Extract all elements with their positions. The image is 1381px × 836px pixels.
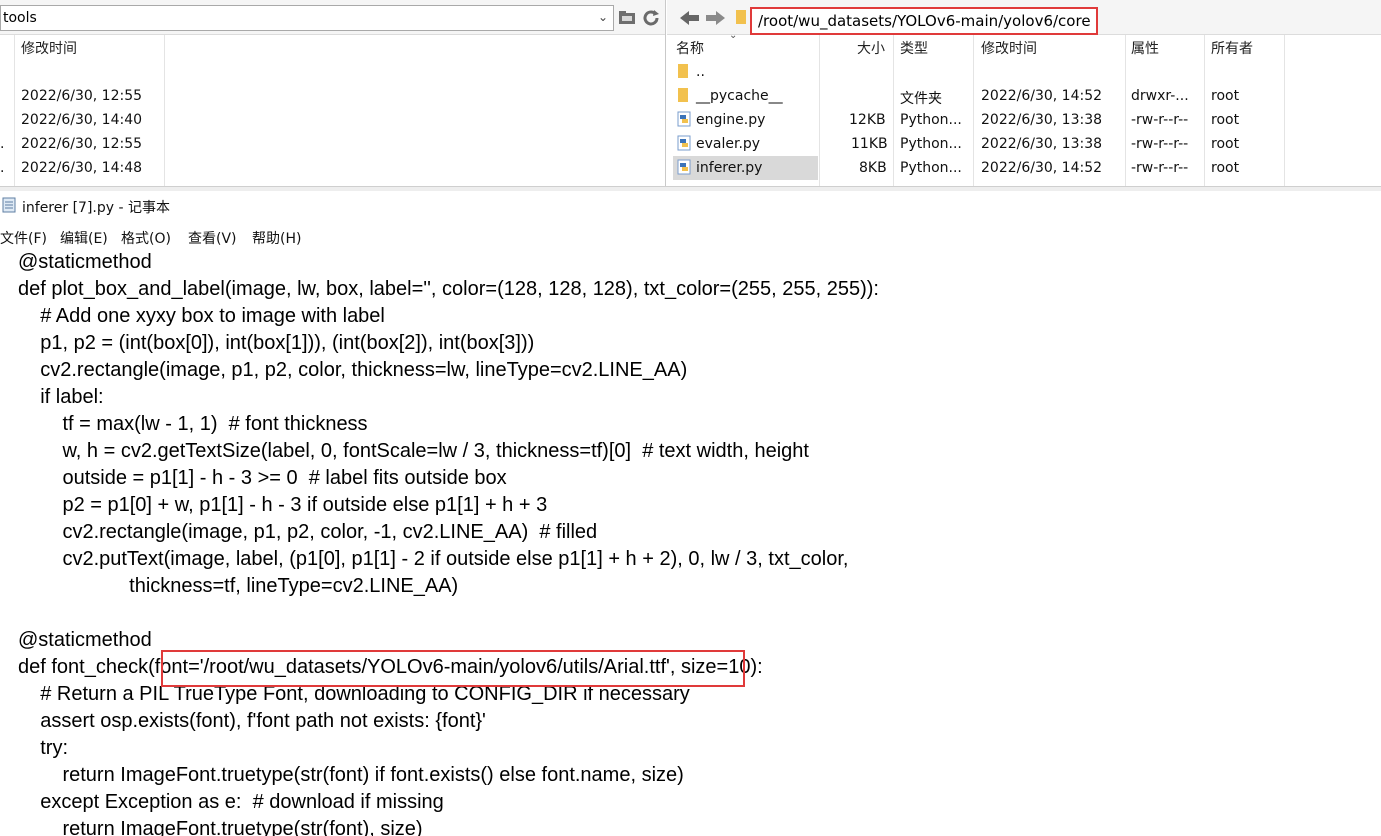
file-owner: root bbox=[1211, 136, 1240, 152]
local-pane: tools ⌄ 修改时间 . . 2022/6/30, 12:55 2022/6… bbox=[0, 0, 666, 186]
folder-icon bbox=[677, 87, 689, 107]
file-attributes: -rw-r--r-- bbox=[1131, 160, 1189, 176]
code-line: @staticmethod bbox=[18, 629, 152, 651]
refresh-icon[interactable] bbox=[641, 8, 661, 28]
column-header-attributes[interactable]: 属性 bbox=[1131, 38, 1159, 58]
file-modified: 2022/6/30, 14:52 bbox=[981, 88, 1103, 104]
menu-format[interactable]: 格式(O) bbox=[121, 228, 171, 248]
file-owner: root bbox=[1211, 88, 1240, 104]
code-line: cv2.rectangle(image, p1, p2, color, thic… bbox=[18, 359, 688, 381]
file-name[interactable]: evaler.py bbox=[696, 136, 760, 152]
menu-help[interactable]: 帮助(H) bbox=[252, 228, 301, 248]
column-header-modified[interactable]: 修改时间 bbox=[21, 38, 77, 58]
column-header-type[interactable]: 类型 bbox=[900, 38, 928, 58]
code-line: @staticmethod bbox=[18, 251, 152, 273]
code-line: tf = max(lw - 1, 1) # font thickness bbox=[18, 413, 368, 435]
file-size: 8KB bbox=[859, 160, 887, 176]
column-divider bbox=[893, 35, 894, 186]
local-path-input[interactable]: tools bbox=[0, 5, 614, 31]
column-header-modified[interactable]: 修改时间 bbox=[981, 38, 1037, 58]
code-line: return ImageFont.truetype(str(font), siz… bbox=[18, 818, 423, 836]
row-marker: . bbox=[0, 136, 5, 152]
column-divider bbox=[1284, 35, 1285, 186]
code-line: w, h = cv2.getTextSize(label, 0, fontSca… bbox=[18, 440, 809, 462]
menu-edit[interactable]: 编辑(E) bbox=[60, 228, 108, 248]
file-type: Python... bbox=[900, 160, 962, 176]
file-attributes: -rw-r--r-- bbox=[1131, 112, 1189, 128]
column-divider bbox=[973, 35, 974, 186]
column-divider bbox=[1125, 35, 1126, 186]
column-divider bbox=[14, 35, 15, 186]
code-line: return ImageFont.truetype(str(font) if f… bbox=[18, 764, 684, 786]
code-line: def plot_box_and_label(image, lw, box, l… bbox=[18, 278, 879, 300]
folder-icon bbox=[734, 9, 748, 25]
code-line: except Exception as e: # download if mis… bbox=[18, 791, 444, 813]
modified-cell: 2022/6/30, 12:55 bbox=[21, 136, 143, 152]
column-header-name[interactable]: 名称 bbox=[676, 38, 704, 58]
text-editor[interactable]: @staticmethod def plot_box_and_label(ima… bbox=[18, 249, 1378, 836]
local-path-value: tools bbox=[3, 10, 37, 26]
file-manager: tools ⌄ 修改时间 . . 2022/6/30, 12:55 2022/6… bbox=[0, 0, 1381, 186]
code-line: thickness=tf, lineType=cv2.LINE_AA) bbox=[18, 575, 459, 597]
code-line: cv2.rectangle(image, p1, p2, color, -1, … bbox=[18, 521, 598, 543]
python-file-icon bbox=[677, 159, 691, 179]
column-divider bbox=[164, 35, 165, 186]
file-type: Python... bbox=[900, 136, 962, 152]
file-name[interactable]: inferer.py bbox=[696, 160, 762, 176]
highlight-annotation bbox=[161, 650, 745, 687]
file-modified: 2022/6/30, 14:52 bbox=[981, 160, 1103, 176]
file-name[interactable]: engine.py bbox=[696, 112, 765, 128]
code-line: try: bbox=[18, 737, 68, 759]
window-title: inferer [7].py - 记事本 bbox=[22, 200, 170, 216]
file-name[interactable]: .. bbox=[696, 64, 705, 80]
menu-file[interactable]: 文件(F) bbox=[0, 228, 47, 248]
modified-cell: 2022/6/30, 12:55 bbox=[21, 88, 143, 104]
column-divider bbox=[1204, 35, 1205, 186]
chevron-down-icon[interactable]: ⌄ bbox=[594, 6, 612, 28]
column-divider bbox=[819, 35, 820, 186]
file-size: 12KB bbox=[849, 112, 886, 128]
modified-cell: 2022/6/30, 14:48 bbox=[21, 160, 143, 176]
code-line: p1, p2 = (int(box[0]), int(box[1])), (in… bbox=[18, 332, 535, 354]
modified-cell: 2022/6/30, 14:40 bbox=[21, 112, 143, 128]
code-line: if label: bbox=[18, 386, 104, 408]
folder-tools-icon[interactable] bbox=[618, 8, 636, 26]
arrow-right-icon[interactable] bbox=[705, 10, 725, 26]
remote-path-input[interactable]: /root/wu_datasets/YOLOv6-main/yolov6/cor… bbox=[750, 7, 1098, 35]
file-size: 11KB bbox=[851, 136, 888, 152]
file-modified: 2022/6/30, 13:38 bbox=[981, 136, 1103, 152]
code-line: assert osp.exists(font), f'font path not… bbox=[18, 710, 486, 732]
column-header-owner[interactable]: 所有者 bbox=[1211, 38, 1253, 58]
code-line: outside = p1[1] - h - 3 >= 0 # label fit… bbox=[18, 467, 507, 489]
remote-path-value: /root/wu_datasets/YOLOv6-main/yolov6/cor… bbox=[758, 12, 1091, 30]
notepad-icon bbox=[2, 197, 16, 213]
file-modified: 2022/6/30, 13:38 bbox=[981, 112, 1103, 128]
file-type: Python... bbox=[900, 112, 962, 128]
file-owner: root bbox=[1211, 160, 1240, 176]
code-line: cv2.putText(image, label, (p1[0], p1[1] … bbox=[18, 548, 849, 570]
file-attributes: drwxr-... bbox=[1131, 88, 1189, 104]
window-divider bbox=[0, 186, 1381, 191]
file-type: 文件夹 bbox=[900, 91, 942, 107]
folder-icon bbox=[677, 63, 689, 83]
menu-view[interactable]: 查看(V) bbox=[188, 228, 237, 248]
remote-pane: ⌄ /root/wu_datasets/YOLOv6-main/yolov6/c… bbox=[667, 0, 1381, 186]
row-marker: . bbox=[0, 160, 5, 176]
arrow-left-icon[interactable] bbox=[680, 10, 700, 26]
file-owner: root bbox=[1211, 112, 1240, 128]
code-line: p2 = p1[0] + w, p1[1] - h - 3 if outside… bbox=[18, 494, 548, 516]
column-header-size[interactable]: 大小 bbox=[857, 38, 885, 58]
python-file-icon bbox=[677, 135, 691, 155]
notepad-titlebar: inferer [7].py - 记事本 bbox=[0, 193, 1381, 219]
python-file-icon bbox=[677, 111, 691, 131]
file-name[interactable]: __pycache__ bbox=[696, 88, 783, 104]
menu-bar: 文件(F) 编辑(E) 格式(O) 查看(V) 帮助(H) bbox=[0, 226, 1381, 248]
chevron-down-icon[interactable]: ⌄ bbox=[729, 30, 737, 41]
file-attributes: -rw-r--r-- bbox=[1131, 136, 1189, 152]
code-line: # Add one xyxy box to image with label bbox=[18, 305, 385, 327]
